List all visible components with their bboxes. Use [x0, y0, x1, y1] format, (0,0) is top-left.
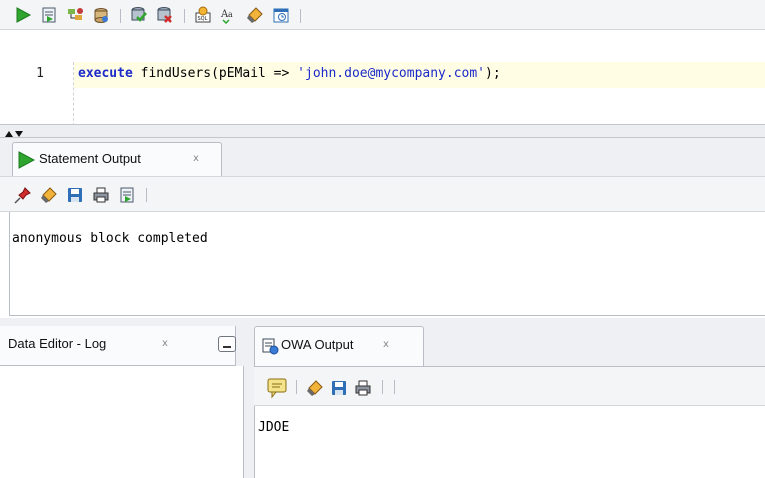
save-icon[interactable] — [330, 379, 348, 397]
owa-output-icon — [261, 337, 279, 355]
tab-statement-output[interactable]: Statement Output x — [12, 142, 222, 176]
owa-output-area[interactable] — [254, 406, 765, 478]
clear-icon[interactable] — [246, 6, 264, 24]
toolbar-separator — [382, 380, 383, 394]
statement-output-tabbar: Statement Output x — [0, 138, 765, 176]
data-editor-log-area[interactable] — [0, 366, 244, 478]
toolbar-separator — [146, 188, 147, 202]
tab-data-editor-log[interactable]: Data Editor - Log x — [0, 326, 236, 366]
print-icon[interactable] — [92, 186, 110, 204]
clear-icon[interactable] — [306, 379, 324, 397]
split-pane-handle[interactable] — [0, 124, 765, 138]
statement-output-toolbar — [0, 176, 765, 212]
run-statement-icon[interactable] — [14, 6, 32, 24]
line-number: 1 — [36, 66, 44, 81]
statement-output-text: anonymous block completed — [12, 231, 208, 246]
close-tab-button[interactable]: x — [383, 339, 389, 350]
rollback-icon[interactable] — [156, 6, 174, 24]
clear-icon[interactable] — [40, 186, 58, 204]
tab-owa-output[interactable]: OWA Output x — [254, 326, 424, 366]
toolbar-separator — [120, 9, 121, 23]
owa-output-text: JDOE — [258, 420, 290, 435]
owa-output-toolbar — [254, 366, 765, 406]
explain-plan-icon[interactable] — [66, 6, 84, 24]
collapse-expand-arrows-icon[interactable] — [4, 127, 24, 137]
pin-icon[interactable] — [14, 186, 32, 204]
worksheet-toolbar: SQL Aa — [0, 0, 765, 30]
save-icon[interactable] — [66, 186, 84, 204]
code-keyword: execute — [78, 66, 133, 81]
commit-icon[interactable] — [130, 6, 148, 24]
code-line[interactable]: execute findUsers(pEMail => 'john.doe@my… — [78, 66, 501, 81]
format-case-icon[interactable]: Aa — [220, 6, 238, 24]
svg-text:a: a — [228, 10, 233, 19]
close-tab-button[interactable]: x — [162, 338, 168, 349]
code-string-literal: 'john.doe@mycompany.com' — [297, 66, 486, 81]
toolbar-separator — [394, 380, 395, 394]
run-statement-icon — [17, 151, 35, 169]
enable-output-icon[interactable] — [266, 377, 288, 399]
open-in-editor-icon[interactable] — [118, 186, 136, 204]
code-call: findUsers(pEMail => — [132, 66, 298, 81]
toolbar-separator — [296, 380, 297, 394]
statement-output-area[interactable] — [9, 212, 765, 316]
sql-history-icon[interactable] — [272, 6, 290, 24]
code-end: ); — [485, 66, 501, 81]
tab-label: OWA Output — [281, 337, 354, 352]
sql-tuning-advisor-icon[interactable]: SQL — [194, 6, 212, 24]
close-tab-button[interactable]: x — [193, 153, 199, 164]
print-icon[interactable] — [354, 379, 372, 397]
tab-label: Data Editor - Log — [8, 336, 107, 351]
run-script-icon[interactable] — [40, 6, 58, 24]
toolbar-separator — [184, 9, 185, 23]
svg-text:SQL: SQL — [198, 16, 208, 22]
tab-label: Statement Output — [39, 151, 141, 166]
toolbar-separator — [300, 9, 301, 23]
minimize-button[interactable] — [218, 336, 236, 352]
autotrace-icon[interactable] — [92, 6, 110, 24]
